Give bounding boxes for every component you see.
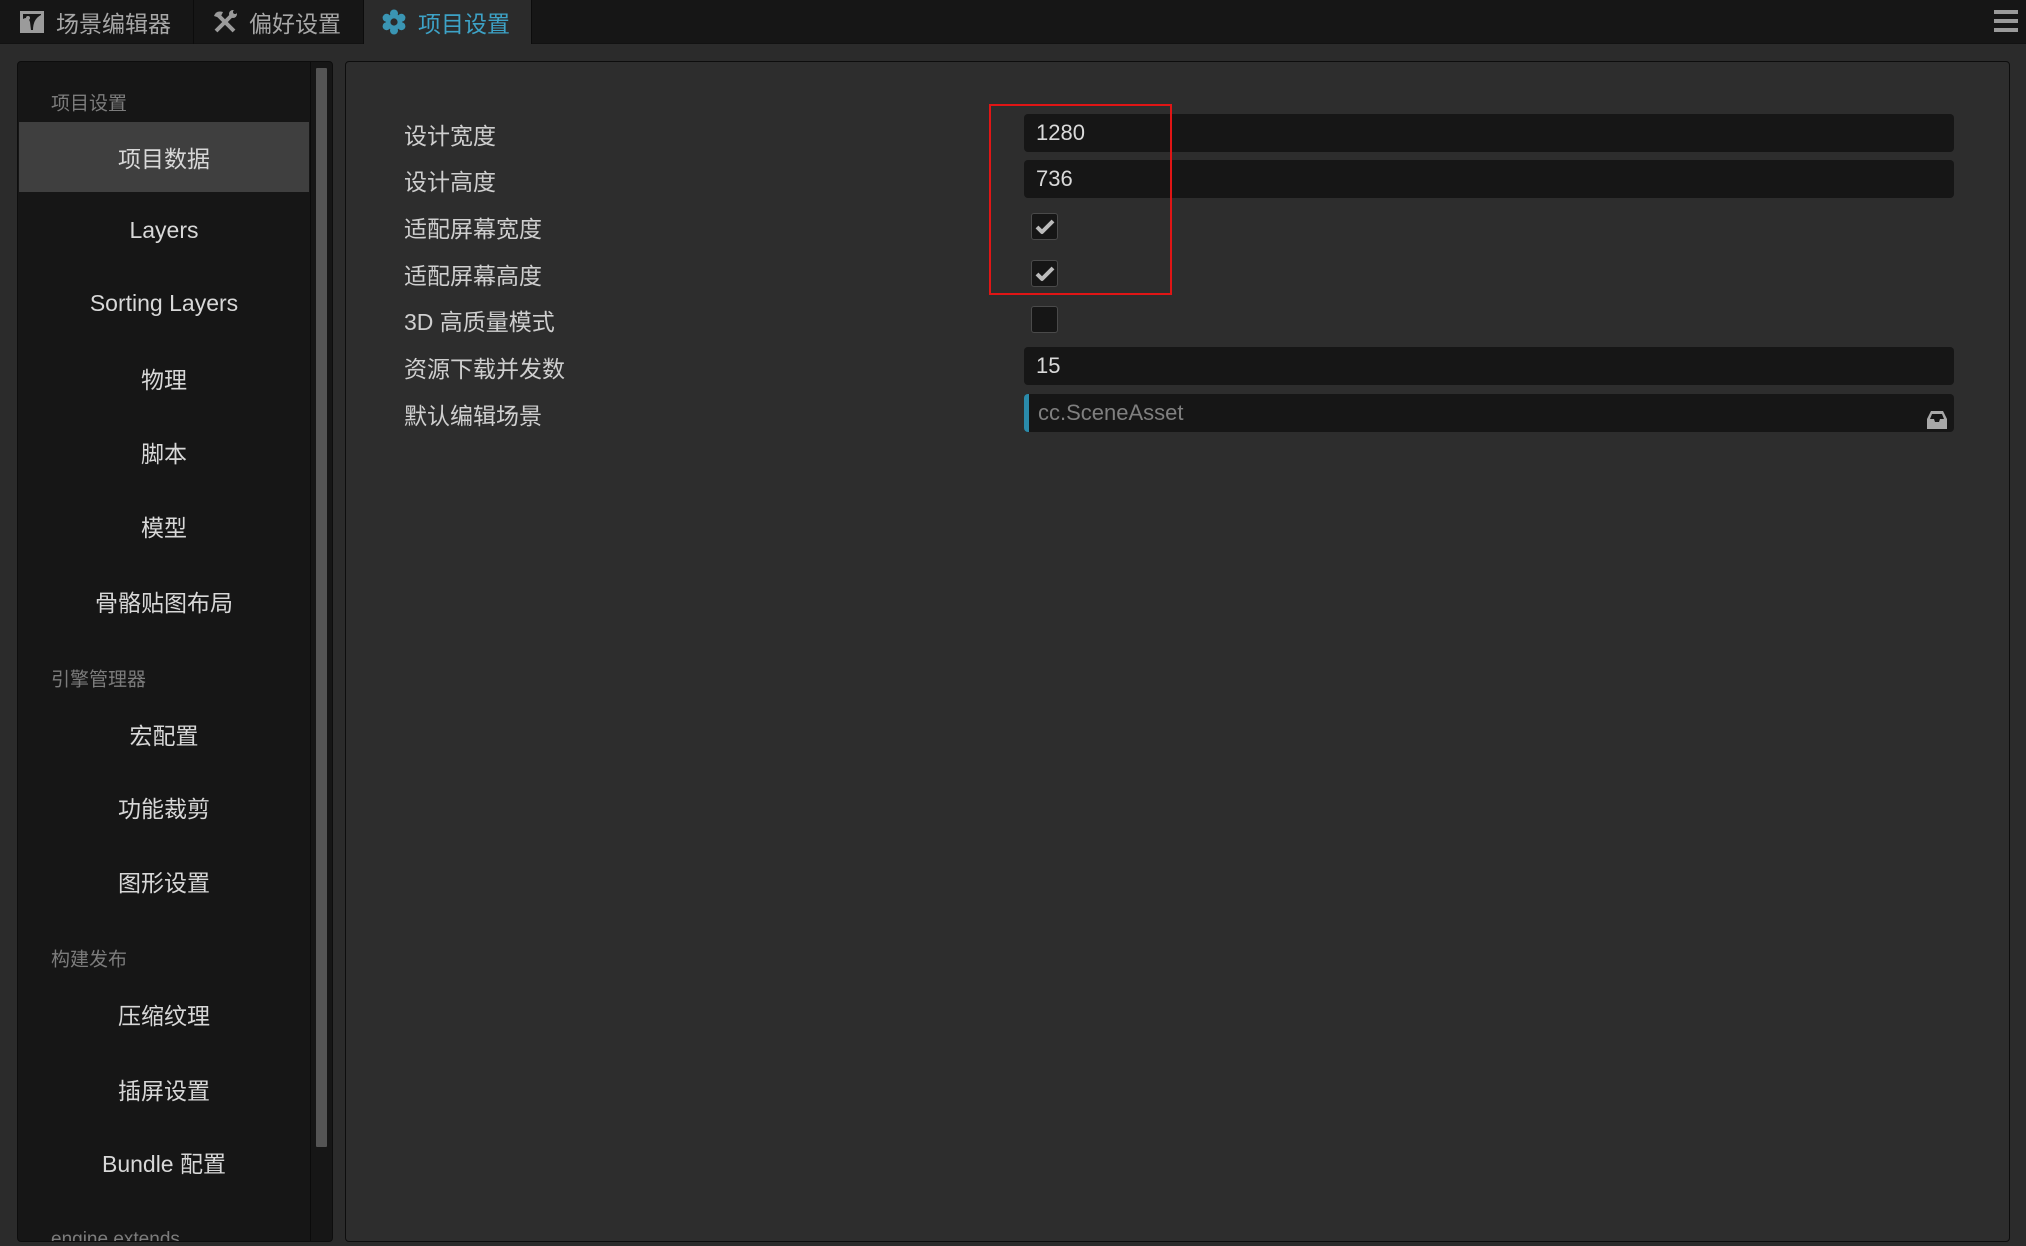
hamburger-icon-bar (1994, 10, 2018, 14)
sidebar-item-skeleton-atlas-layout[interactable]: 骨骼贴图布局 (19, 566, 309, 636)
asset-placeholder: cc.SceneAsset (1038, 400, 1184, 425)
section-header-project-settings: 项目设置 (51, 93, 128, 115)
default-scene-asset-field[interactable]: cc.SceneAsset (1024, 394, 1954, 432)
row-3d-high-quality: 3D 高质量模式 (346, 300, 2009, 340)
hq-3d-checkbox[interactable] (1031, 306, 1058, 333)
settings-sidebar: 项目设置 项目数据 Layers Sorting Layers 物理 脚本 模型… (17, 61, 333, 1242)
hamburger-icon-bar (1994, 19, 2018, 23)
sidebar-item-splash-settings[interactable]: 插屏设置 (19, 1054, 309, 1124)
sidebar-item-physics[interactable]: 物理 (19, 343, 309, 413)
fit-width-label: 适配屏幕宽度 (404, 216, 542, 242)
tab-label: 项目设置 (418, 11, 510, 37)
row-design-width: 设计宽度 1280 (346, 114, 2009, 154)
sidebar-item-macro-config[interactable]: 宏配置 (19, 699, 309, 769)
sidebar-list: 项目设置 项目数据 Layers Sorting Layers 物理 脚本 模型… (18, 62, 310, 1241)
design-width-input[interactable]: 1280 (1024, 114, 1954, 152)
tab-label: 场景编辑器 (56, 11, 171, 37)
section-header-engine-manager: 引擎管理器 (51, 669, 147, 691)
gear-icon (380, 8, 408, 36)
sidebar-item-scripts[interactable]: 脚本 (19, 417, 309, 487)
sidebar-item-project-data[interactable]: 项目数据 (19, 122, 309, 192)
section-header-build-publish: 构建发布 (51, 949, 128, 971)
tab-label: 偏好设置 (249, 11, 341, 37)
sidebar-scroll-thumb[interactable] (316, 68, 327, 1147)
default-scene-label: 默认编辑场景 (404, 403, 542, 429)
row-fit-height: 适配屏幕高度 (346, 254, 2009, 294)
project-data-panel: 设计宽度 1280 设计高度 736 适配屏幕宽度 适配屏幕高度 3D 高质量模… (345, 61, 2010, 1242)
tools-icon (211, 8, 239, 36)
fit-height-label: 适配屏幕高度 (404, 263, 542, 289)
image-icon (18, 8, 46, 36)
fit-width-checkbox[interactable] (1031, 213, 1058, 240)
checkmark-icon (1035, 219, 1054, 234)
design-height-label: 设计高度 (404, 169, 496, 195)
sidebar-item-feature-cropping[interactable]: 功能裁剪 (19, 772, 309, 842)
checkmark-icon (1035, 266, 1054, 281)
row-fit-width: 适配屏幕宽度 (346, 207, 2009, 247)
tab-project-settings[interactable]: 项目设置 (364, 0, 532, 44)
menu-button[interactable] (1994, 10, 2018, 32)
hq-3d-label: 3D 高质量模式 (404, 309, 555, 335)
tab-preferences[interactable]: 偏好设置 (195, 0, 364, 44)
sidebar-item-bundle-config[interactable]: Bundle 配置 (19, 1127, 309, 1197)
fit-height-checkbox[interactable] (1031, 260, 1058, 287)
row-default-scene: 默认编辑场景 cc.SceneAsset (346, 394, 2009, 434)
sidebar-item-model[interactable]: 模型 (19, 491, 309, 561)
design-height-input[interactable]: 736 (1024, 160, 1954, 198)
row-download-concurrency: 资源下载并发数 15 (346, 347, 2009, 387)
sidebar-scrollbar[interactable] (310, 62, 332, 1241)
sidebar-item-sorting-layers[interactable]: Sorting Layers (19, 268, 309, 338)
sidebar-item-texture-compression[interactable]: 压缩纹理 (19, 979, 309, 1049)
sidebar-item-graphics-settings[interactable]: 图形设置 (19, 846, 309, 916)
row-design-height: 设计高度 736 (346, 160, 2009, 200)
download-concurrency-input[interactable]: 15 (1024, 347, 1954, 385)
download-concurrency-label: 资源下载并发数 (404, 356, 565, 382)
sidebar-item-layers[interactable]: Layers (19, 195, 309, 265)
hamburger-icon-bar (1994, 28, 2018, 32)
tab-bar: 场景编辑器 偏好设置 项目设置 (0, 0, 2026, 44)
tab-scene-editor[interactable]: 场景编辑器 (0, 0, 194, 44)
inbox-icon[interactable] (1926, 404, 1948, 429)
section-header-engine-extends: engine extends (51, 1229, 180, 1242)
design-width-label: 设计宽度 (404, 123, 496, 149)
